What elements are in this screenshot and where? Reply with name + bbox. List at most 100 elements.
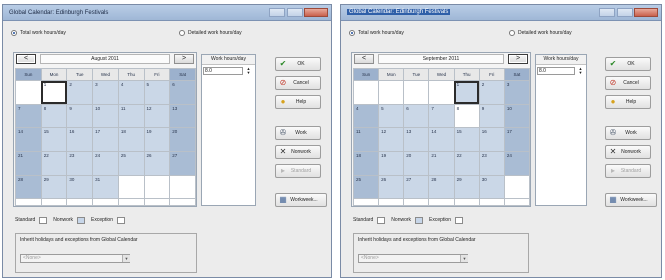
day-cell[interactable] <box>352 198 380 206</box>
minimize-button[interactable] <box>599 8 615 17</box>
workweek-button[interactable]: ▦ Workweek... <box>275 193 327 207</box>
maximize-button[interactable] <box>287 8 303 17</box>
day-cell-selected[interactable]: 1 <box>40 80 68 105</box>
day-cell[interactable]: 27 <box>403 174 430 200</box>
nonwork-button[interactable]: ✕ Nonwork <box>275 145 321 159</box>
day-cell[interactable]: 11 <box>352 127 380 152</box>
help-button[interactable]: ● Help <box>605 95 651 109</box>
day-cell[interactable]: 15 <box>40 127 68 152</box>
day-cell[interactable]: 11 <box>117 103 145 129</box>
day-cell[interactable]: 17 <box>503 127 531 152</box>
day-cell[interactable]: 25 <box>117 150 145 176</box>
day-cell[interactable] <box>403 198 430 206</box>
day-cell[interactable]: 24 <box>92 150 119 176</box>
chevron-down-icon[interactable]: ▼ <box>122 255 130 262</box>
day-cell[interactable]: 13 <box>403 127 430 152</box>
day-cell[interactable]: 16 <box>478 127 505 152</box>
spin-arrows-icon[interactable]: ▲ ▼ <box>578 67 583 75</box>
day-cell[interactable] <box>117 174 145 200</box>
day-cell[interactable] <box>169 198 196 206</box>
day-cell[interactable]: 28 <box>428 174 455 200</box>
day-cell[interactable]: 6 <box>169 80 196 105</box>
close-button[interactable] <box>304 8 328 17</box>
day-cell[interactable] <box>15 198 42 206</box>
day-cell[interactable]: 2 <box>478 80 505 105</box>
day-cell-selected[interactable]: 1 <box>453 80 480 105</box>
day-cell[interactable]: 12 <box>378 127 405 152</box>
day-cell[interactable] <box>503 174 531 200</box>
day-cell[interactable]: 26 <box>378 174 405 200</box>
day-cell[interactable]: 30 <box>66 174 94 200</box>
work-button[interactable]: ✇ Work <box>275 126 321 140</box>
day-cell[interactable]: 21 <box>15 150 42 176</box>
day-cell[interactable]: 17 <box>92 127 119 152</box>
radio-detailed-work-hours[interactable]: Detailed work hours/day <box>179 30 242 36</box>
day-cell[interactable]: 19 <box>143 127 171 152</box>
day-cell[interactable] <box>403 80 430 105</box>
help-button[interactable]: ● Help <box>275 95 321 109</box>
day-cell[interactable]: 7 <box>428 103 455 129</box>
prev-month-button[interactable]: < <box>354 54 374 64</box>
day-cell[interactable] <box>478 198 505 206</box>
day-cell[interactable]: 8 <box>453 103 480 129</box>
day-cell[interactable]: 15 <box>453 127 480 152</box>
day-cell[interactable]: 23 <box>478 150 505 176</box>
day-cell[interactable] <box>378 198 405 206</box>
day-cell[interactable]: 28 <box>15 174 42 200</box>
work-hours-input[interactable]: 8.0 <box>203 67 243 75</box>
cancel-button[interactable]: ⊘ Cancel <box>275 76 321 90</box>
day-cell[interactable]: 20 <box>169 127 196 152</box>
day-cell[interactable] <box>117 198 145 206</box>
day-cell[interactable]: 18 <box>117 127 145 152</box>
minimize-button[interactable] <box>269 8 285 17</box>
radio-total-work-hours[interactable]: Total work hours/day <box>11 30 66 36</box>
day-cell[interactable]: 22 <box>453 150 480 176</box>
day-cell[interactable] <box>428 80 455 105</box>
day-cell[interactable]: 29 <box>453 174 480 200</box>
day-cell[interactable]: 22 <box>40 150 68 176</box>
import-calendar-select[interactable]: <None> <box>358 254 468 263</box>
maximize-button[interactable] <box>617 8 633 17</box>
day-cell[interactable] <box>40 198 68 206</box>
ok-button[interactable]: ✔ OK <box>275 57 321 71</box>
day-cell[interactable]: 9 <box>478 103 505 129</box>
standard-button[interactable]: ▸ Standard <box>275 164 321 178</box>
workweek-button[interactable]: ▦ Workweek... <box>605 193 657 207</box>
day-cell[interactable] <box>143 198 171 206</box>
day-cell[interactable] <box>169 174 196 200</box>
day-cell[interactable] <box>92 198 119 206</box>
day-cell[interactable]: 14 <box>15 127 42 152</box>
radio-detailed-work-hours[interactable]: Detailed work hours/day <box>509 30 572 36</box>
prev-month-button[interactable]: < <box>16 54 36 64</box>
day-cell[interactable]: 16 <box>66 127 94 152</box>
day-cell[interactable]: 8 <box>40 103 68 129</box>
import-calendar-select[interactable]: <None> <box>20 254 130 263</box>
day-cell[interactable]: 3 <box>503 80 531 105</box>
day-cell[interactable]: 26 <box>143 150 171 176</box>
work-hours-input[interactable]: 8.0 <box>537 67 575 75</box>
nonwork-button[interactable]: ✕ Nonwork <box>605 145 651 159</box>
spin-arrows-icon[interactable]: ▲ ▼ <box>246 67 251 75</box>
day-cell[interactable]: 24 <box>503 150 531 176</box>
day-cell[interactable]: 23 <box>66 150 94 176</box>
day-cell[interactable]: 10 <box>503 103 531 129</box>
chevron-down-icon[interactable]: ▼ <box>460 255 468 262</box>
day-cell[interactable] <box>428 198 455 206</box>
day-cell[interactable]: 21 <box>428 150 455 176</box>
cancel-button[interactable]: ⊘ Cancel <box>605 76 651 90</box>
day-cell[interactable]: 7 <box>15 103 42 129</box>
day-cell[interactable]: 25 <box>352 174 380 200</box>
day-cell[interactable]: 4 <box>352 103 380 129</box>
work-button[interactable]: ✇ Work <box>605 126 651 140</box>
day-cell[interactable] <box>66 198 94 206</box>
day-cell[interactable]: 10 <box>92 103 119 129</box>
day-cell[interactable]: 2 <box>66 80 94 105</box>
day-cell[interactable]: 27 <box>169 150 196 176</box>
day-cell[interactable]: 20 <box>403 150 430 176</box>
day-cell[interactable] <box>143 174 171 200</box>
day-cell[interactable]: 9 <box>66 103 94 129</box>
radio-total-work-hours[interactable]: Total work hours/day <box>349 30 404 36</box>
standard-button[interactable]: ▸ Standard <box>605 164 651 178</box>
day-cell[interactable]: 6 <box>403 103 430 129</box>
day-cell[interactable]: 12 <box>143 103 171 129</box>
